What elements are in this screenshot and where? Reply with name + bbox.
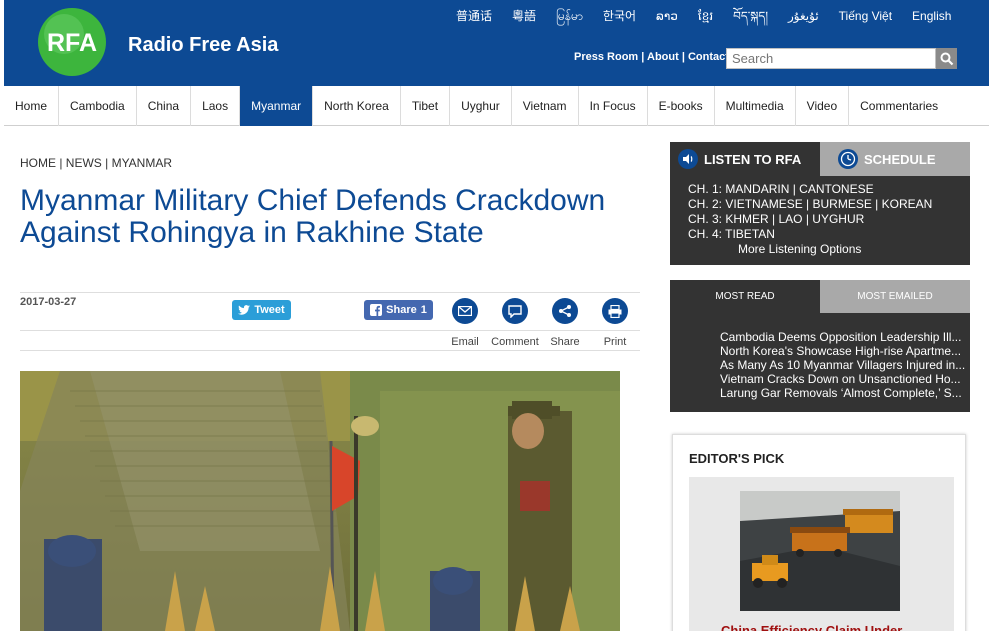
site-name[interactable]: Radio Free Asia (128, 34, 278, 57)
about-link[interactable]: About (647, 51, 679, 63)
nav-multimedia[interactable]: Multimedia (715, 86, 796, 126)
envelope-icon (458, 306, 472, 316)
article-headline: Myanmar Military Chief Defends Crackdown… (20, 184, 606, 249)
site-header: RFA Radio Free Asia 普通话 粵語 မြန်မာ 한국어 ລາ… (4, 0, 989, 86)
editors-pick-panel: EDITOR'S PICK China Efficiency Claim Und… (672, 434, 966, 631)
editors-pick-title: EDITOR'S PICK (689, 451, 785, 466)
rfa-logo[interactable]: RFA (32, 6, 112, 78)
list-item[interactable]: North Korea's Showcase High-rise Apartme… (720, 344, 968, 358)
editors-pick-caption[interactable]: China Efficiency Claim Under (721, 623, 902, 631)
lang-lao[interactable]: ລາວ (646, 6, 688, 26)
nav-home[interactable]: Home (4, 86, 60, 126)
language-bar: 普通话 粵語 မြန်မာ 한국어 ລາວ ខ្មែរ བོད་སྐད། ئۇي… (446, 6, 961, 26)
nav-north-korea[interactable]: North Korea (313, 86, 401, 126)
main-nav: Home Cambodia China Laos Myanmar North K… (4, 86, 989, 126)
nav-myanmar[interactable]: Myanmar (240, 86, 314, 126)
press-room-link[interactable]: Press Room (574, 51, 638, 63)
tweet-label: Tweet (254, 304, 285, 316)
email-button[interactable] (452, 298, 478, 324)
schedule-tab-label: SCHEDULE (864, 151, 936, 167)
comment-bubble-icon (508, 304, 522, 318)
utility-links: Press Room | About | Contact (574, 51, 729, 63)
most-read-list: Cambodia Deems Opposition Leadership Ill… (698, 330, 970, 400)
channel-3[interactable]: CH. 3: KHMER | LAO | UYGHUR (688, 212, 864, 226)
lang-uyghur[interactable]: ئۇيغۇر (778, 6, 829, 26)
channel-langs[interactable]: TIBETAN (725, 227, 775, 241)
print-button[interactable] (602, 298, 628, 324)
listen-tab-label: LISTEN TO RFA (704, 151, 802, 167)
lang-cantonese[interactable]: 粵語 (502, 6, 546, 26)
editors-pick-image[interactable] (740, 491, 900, 611)
lang-burmese[interactable]: မြန်မာ (546, 6, 593, 26)
nav-in-focus[interactable]: In Focus (579, 86, 648, 126)
nav-vietnam[interactable]: Vietnam (512, 86, 579, 126)
nav-tibet[interactable]: Tibet (401, 86, 451, 126)
lang-khmer[interactable]: ខ្មែរ (688, 6, 723, 26)
facebook-share-button[interactable]: Share 1 (364, 300, 433, 320)
most-emailed-tab[interactable]: MOST EMAILED (820, 280, 970, 313)
speaker-icon (678, 149, 698, 169)
lang-korean[interactable]: 한국어 (593, 6, 646, 26)
print-label[interactable]: Print (585, 336, 645, 348)
lang-mandarin[interactable]: 普通话 (446, 6, 502, 26)
share-label: Share (386, 304, 417, 316)
lang-tibetan[interactable]: བོད་སྐད། (723, 6, 778, 26)
search-icon (940, 52, 953, 65)
channel-prefix: CH. 2: (688, 197, 723, 211)
divider (20, 330, 640, 331)
nav-uyghur[interactable]: Uyghur (450, 86, 512, 126)
contact-link[interactable]: Contact (688, 51, 729, 63)
divider (20, 292, 640, 293)
channel-4[interactable]: CH. 4: TIBETAN (688, 227, 775, 241)
comment-button[interactable] (502, 298, 528, 324)
lang-vietnamese[interactable]: Tiếng Việt (829, 6, 902, 26)
list-item[interactable]: Vietnam Cracks Down on Unsanctioned Ho..… (720, 372, 968, 386)
publish-date: 2017-03-27 (20, 296, 77, 308)
channel-prefix: CH. 4: (688, 227, 723, 241)
search-input[interactable] (726, 48, 936, 69)
list-item[interactable]: Cambodia Deems Opposition Leadership Ill… (720, 330, 968, 344)
list-item[interactable]: Larung Gar Removals ‘Almost Complete,’ S… (720, 386, 968, 400)
listen-tab[interactable]: LISTEN TO RFA (670, 142, 820, 176)
search-button[interactable] (936, 48, 957, 69)
schedule-tab[interactable]: SCHEDULE (820, 142, 970, 176)
nav-china[interactable]: China (137, 86, 192, 126)
nav-cambodia[interactable]: Cambodia (59, 86, 137, 126)
clock-icon (838, 149, 858, 169)
tweet-button[interactable]: Tweet (232, 300, 291, 320)
lang-english[interactable]: English (902, 6, 961, 26)
channel-2[interactable]: CH. 2: VIETNAMESE | BURMESE | KOREAN (688, 197, 932, 211)
channel-1[interactable]: CH. 1: MANDARIN | CANTONESE (688, 182, 874, 196)
most-read-panel: MOST READ MOST EMAILED Cambodia Deems Op… (670, 280, 970, 412)
printer-icon (608, 304, 622, 318)
channel-prefix: CH. 1: (688, 182, 723, 196)
channel-langs[interactable]: MANDARIN | CANTONESE (725, 182, 873, 196)
facebook-icon (370, 304, 383, 316)
nav-laos[interactable]: Laos (191, 86, 241, 126)
listen-panel: LISTEN TO RFA SCHEDULE CH. 1: MANDARIN |… (670, 142, 970, 265)
more-listening-link[interactable]: More Listening Options (738, 242, 861, 256)
share-icon (559, 305, 571, 317)
page: RFA Radio Free Asia 普通话 粵語 မြန်မာ 한국어 ລາ… (0, 0, 994, 631)
share-button[interactable] (552, 298, 578, 324)
nav-ebooks[interactable]: E-books (648, 86, 715, 126)
article-photo (20, 371, 620, 631)
nav-commentaries[interactable]: Commentaries (849, 86, 949, 126)
breadcrumb[interactable]: HOME | NEWS | MYANMAR (20, 156, 172, 170)
channel-prefix: CH. 3: (688, 212, 723, 226)
divider (20, 350, 640, 351)
logo-text: RFA (47, 29, 97, 57)
list-item[interactable]: As Many As 10 Myanmar Villagers Injured … (720, 358, 968, 372)
channel-langs[interactable]: KHMER | LAO | UYGHUR (725, 212, 864, 226)
twitter-bird-icon (238, 305, 251, 315)
editors-pick-card[interactable]: China Efficiency Claim Under (689, 477, 954, 631)
nav-video[interactable]: Video (796, 86, 850, 126)
channel-langs[interactable]: VIETNAMESE | BURMESE | KOREAN (725, 197, 932, 211)
share-count: 1 (420, 304, 427, 316)
most-read-tab[interactable]: MOST READ (670, 280, 820, 313)
